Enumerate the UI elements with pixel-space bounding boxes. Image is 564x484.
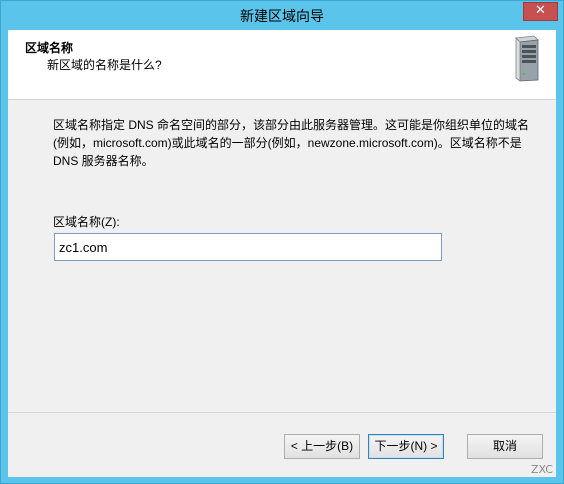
cancel-button[interactable]: 取消 (467, 434, 543, 459)
header-subtitle: 新区域的名称是什么? (47, 58, 162, 72)
back-button[interactable]: < 上一步(B) (284, 434, 360, 459)
next-button[interactable]: 下一步(N) > (368, 434, 444, 459)
footer-divider (8, 412, 556, 413)
close-icon: ✕ (535, 3, 546, 18)
close-button[interactable]: ✕ (523, 2, 558, 21)
title-bar[interactable]: 新建区域向导 ✕ (1, 1, 563, 29)
wizard-header: 区域名称 新区域的名称是什么? (8, 30, 556, 100)
server-icon (515, 35, 539, 82)
wizard-window: 新建区域向导 ✕ 区域名称 新区域的名称是什么? 区域名称指定 DNS 命名空间… (0, 0, 564, 484)
wizard-client-area: 区域名称 新区域的名称是什么? 区域名称指定 DNS 命名空间的部分，该部分由此… (8, 30, 556, 477)
header-title: 区域名称 (25, 41, 74, 55)
zone-name-label: 区域名称(Z): (53, 215, 120, 229)
zone-description: 区域名称指定 DNS 命名空间的部分，该部分由此服务器管理。这可能是你组织单位的… (53, 118, 530, 168)
zone-name-input[interactable] (54, 233, 442, 261)
watermark-text: ZXC (531, 463, 553, 476)
window-title: 新建区域向导 (240, 8, 324, 24)
